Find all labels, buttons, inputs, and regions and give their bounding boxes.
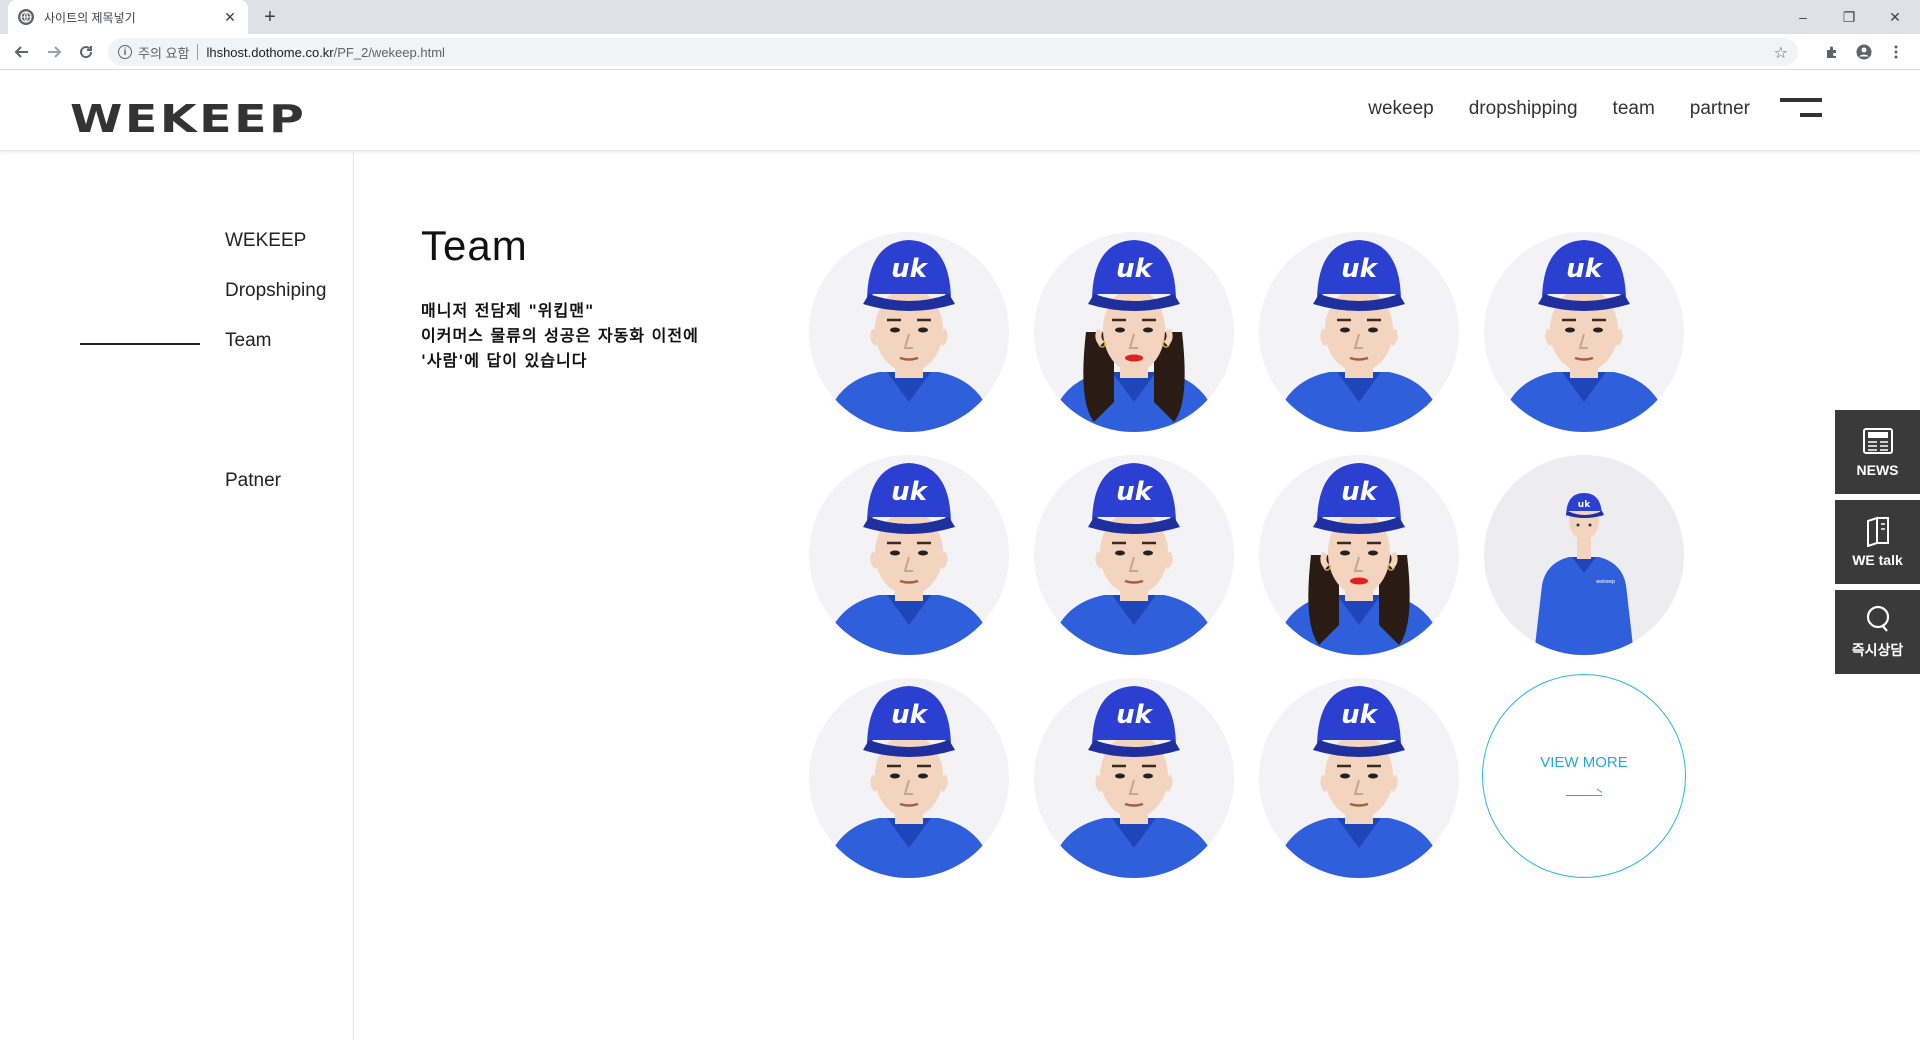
security-label[interactable]: 주의 요함 [138, 43, 189, 62]
we-talk-button[interactable]: WE talk [1835, 500, 1920, 584]
we-talk-label: WE talk [1852, 552, 1903, 568]
svg-text:uk: uk [891, 254, 929, 284]
nav-team[interactable]: team [1613, 98, 1655, 120]
reload-icon[interactable] [74, 40, 98, 64]
svg-text:wekeep: wekeep [1596, 579, 1615, 585]
hamburger-line [1780, 98, 1822, 102]
site-header: WEKEEP wekeep dropshipping team partner [0, 70, 1920, 151]
section-description: 매니저 전담제 "위킵맨" 이커머스 물류의 성공은 자동화 이전에 '사람'에… [421, 298, 699, 373]
svg-text:uk: uk [891, 700, 929, 730]
team-member-photo[interactable]: uk [1484, 232, 1684, 432]
svg-text:uk: uk [1116, 477, 1154, 507]
view-more-label: VIEW MORE [1540, 753, 1628, 771]
view-more-button[interactable]: VIEW MORE [1482, 674, 1686, 878]
sidebar-item-wekeep[interactable]: WEKEEP [225, 230, 306, 252]
team-member-photo[interactable]: uk wekeep [1484, 455, 1684, 655]
svg-text:uk: uk [1116, 700, 1154, 730]
tab-title: 사이트의 제목넣기 [44, 10, 136, 25]
info-icon[interactable]: i [118, 45, 132, 59]
svg-text:uk: uk [1341, 254, 1379, 284]
newspaper-icon [1861, 426, 1895, 456]
profile-icon[interactable] [1852, 40, 1876, 64]
news-button[interactable]: NEWS [1835, 410, 1920, 494]
team-member-photo[interactable]: uk [809, 678, 1009, 878]
forward-arrow-icon[interactable] [42, 40, 66, 64]
sidebar-item-dropshiping[interactable]: Dropshiping [225, 280, 326, 302]
tab-close-icon[interactable]: ✕ [222, 9, 238, 26]
chat-icon [1861, 604, 1895, 634]
description-line: 매니저 전담제 "위킵맨" [421, 301, 595, 320]
description-line: 이커머스 물류의 성공은 자동화 이전에 [421, 326, 699, 345]
nav-partner[interactable]: partner [1690, 98, 1750, 120]
section-sidebar: WEKEEP Dropshiping Team Patner [0, 152, 354, 1040]
team-member-photo[interactable]: uk [1034, 232, 1234, 432]
url-path: /PF_2/wekeep.html [333, 44, 445, 60]
team-member-photo[interactable]: uk [1259, 678, 1459, 878]
svg-text:uk: uk [891, 477, 929, 507]
main-nav: wekeep dropshipping team partner [1368, 98, 1750, 120]
wekeep-logo[interactable]: WEKEEP [70, 100, 306, 138]
book-icon [1861, 516, 1895, 547]
back-arrow-icon[interactable] [10, 40, 34, 64]
nav-wekeep[interactable]: wekeep [1368, 98, 1434, 120]
consult-button[interactable]: 즉시상담 [1835, 590, 1920, 674]
url-host: lhshost.dothome.co.kr [206, 44, 334, 60]
omnibox-divider [197, 44, 199, 60]
team-member-photo[interactable]: uk [809, 232, 1009, 432]
description-line: '사람'에 답이 있습니다 [421, 351, 588, 370]
browser-toolbar: i 주의 요함 lhshost.dothome.co.kr/PF_2/wekee… [0, 34, 1920, 70]
svg-text:uk: uk [1341, 700, 1379, 730]
team-member-photo[interactable]: uk [1259, 455, 1459, 655]
team-member-photo[interactable]: uk [1259, 232, 1459, 432]
team-member-photo[interactable]: uk [809, 455, 1009, 655]
minimize-button[interactable]: – [1780, 0, 1826, 34]
extensions-icon[interactable] [1820, 40, 1844, 64]
hamburger-line [1800, 113, 1822, 117]
nav-dropshipping[interactable]: dropshipping [1469, 98, 1578, 120]
quick-menu: NEWS WE talk 즉시상담 [1835, 410, 1920, 680]
sidebar-item-team[interactable]: Team [225, 330, 271, 352]
active-indicator-line [80, 343, 200, 345]
globe-icon [18, 9, 34, 25]
address-bar[interactable]: i 주의 요함 lhshost.dothome.co.kr/PF_2/wekee… [108, 38, 1798, 66]
sidebar-item-patner[interactable]: Patner [225, 470, 281, 492]
browser-menu-icon[interactable] [1884, 40, 1908, 64]
hamburger-menu-icon[interactable] [1780, 98, 1822, 120]
new-tab-button[interactable]: + [258, 5, 282, 29]
consult-label: 즉시상담 [1851, 642, 1904, 658]
browser-tabbar: 사이트의 제목넣기 ✕ + – ❐ ✕ [0, 0, 1920, 34]
bookmark-star-icon[interactable]: ☆ [1774, 43, 1788, 63]
svg-text:uk: uk [1566, 254, 1604, 284]
arrow-right-icon [1566, 791, 1602, 799]
svg-text:uk: uk [1578, 500, 1591, 510]
svg-text:uk: uk [1116, 254, 1154, 284]
close-window-button[interactable]: ✕ [1872, 0, 1918, 34]
browser-tab[interactable]: 사이트의 제목넣기 ✕ [8, 0, 248, 34]
section-title: Team [421, 222, 528, 269]
team-member-photo[interactable]: uk [1034, 678, 1234, 878]
svg-text:uk: uk [1341, 477, 1379, 507]
restore-button[interactable]: ❐ [1826, 0, 1872, 34]
team-member-photo[interactable]: uk [1034, 455, 1234, 655]
news-label: NEWS [1856, 462, 1899, 478]
